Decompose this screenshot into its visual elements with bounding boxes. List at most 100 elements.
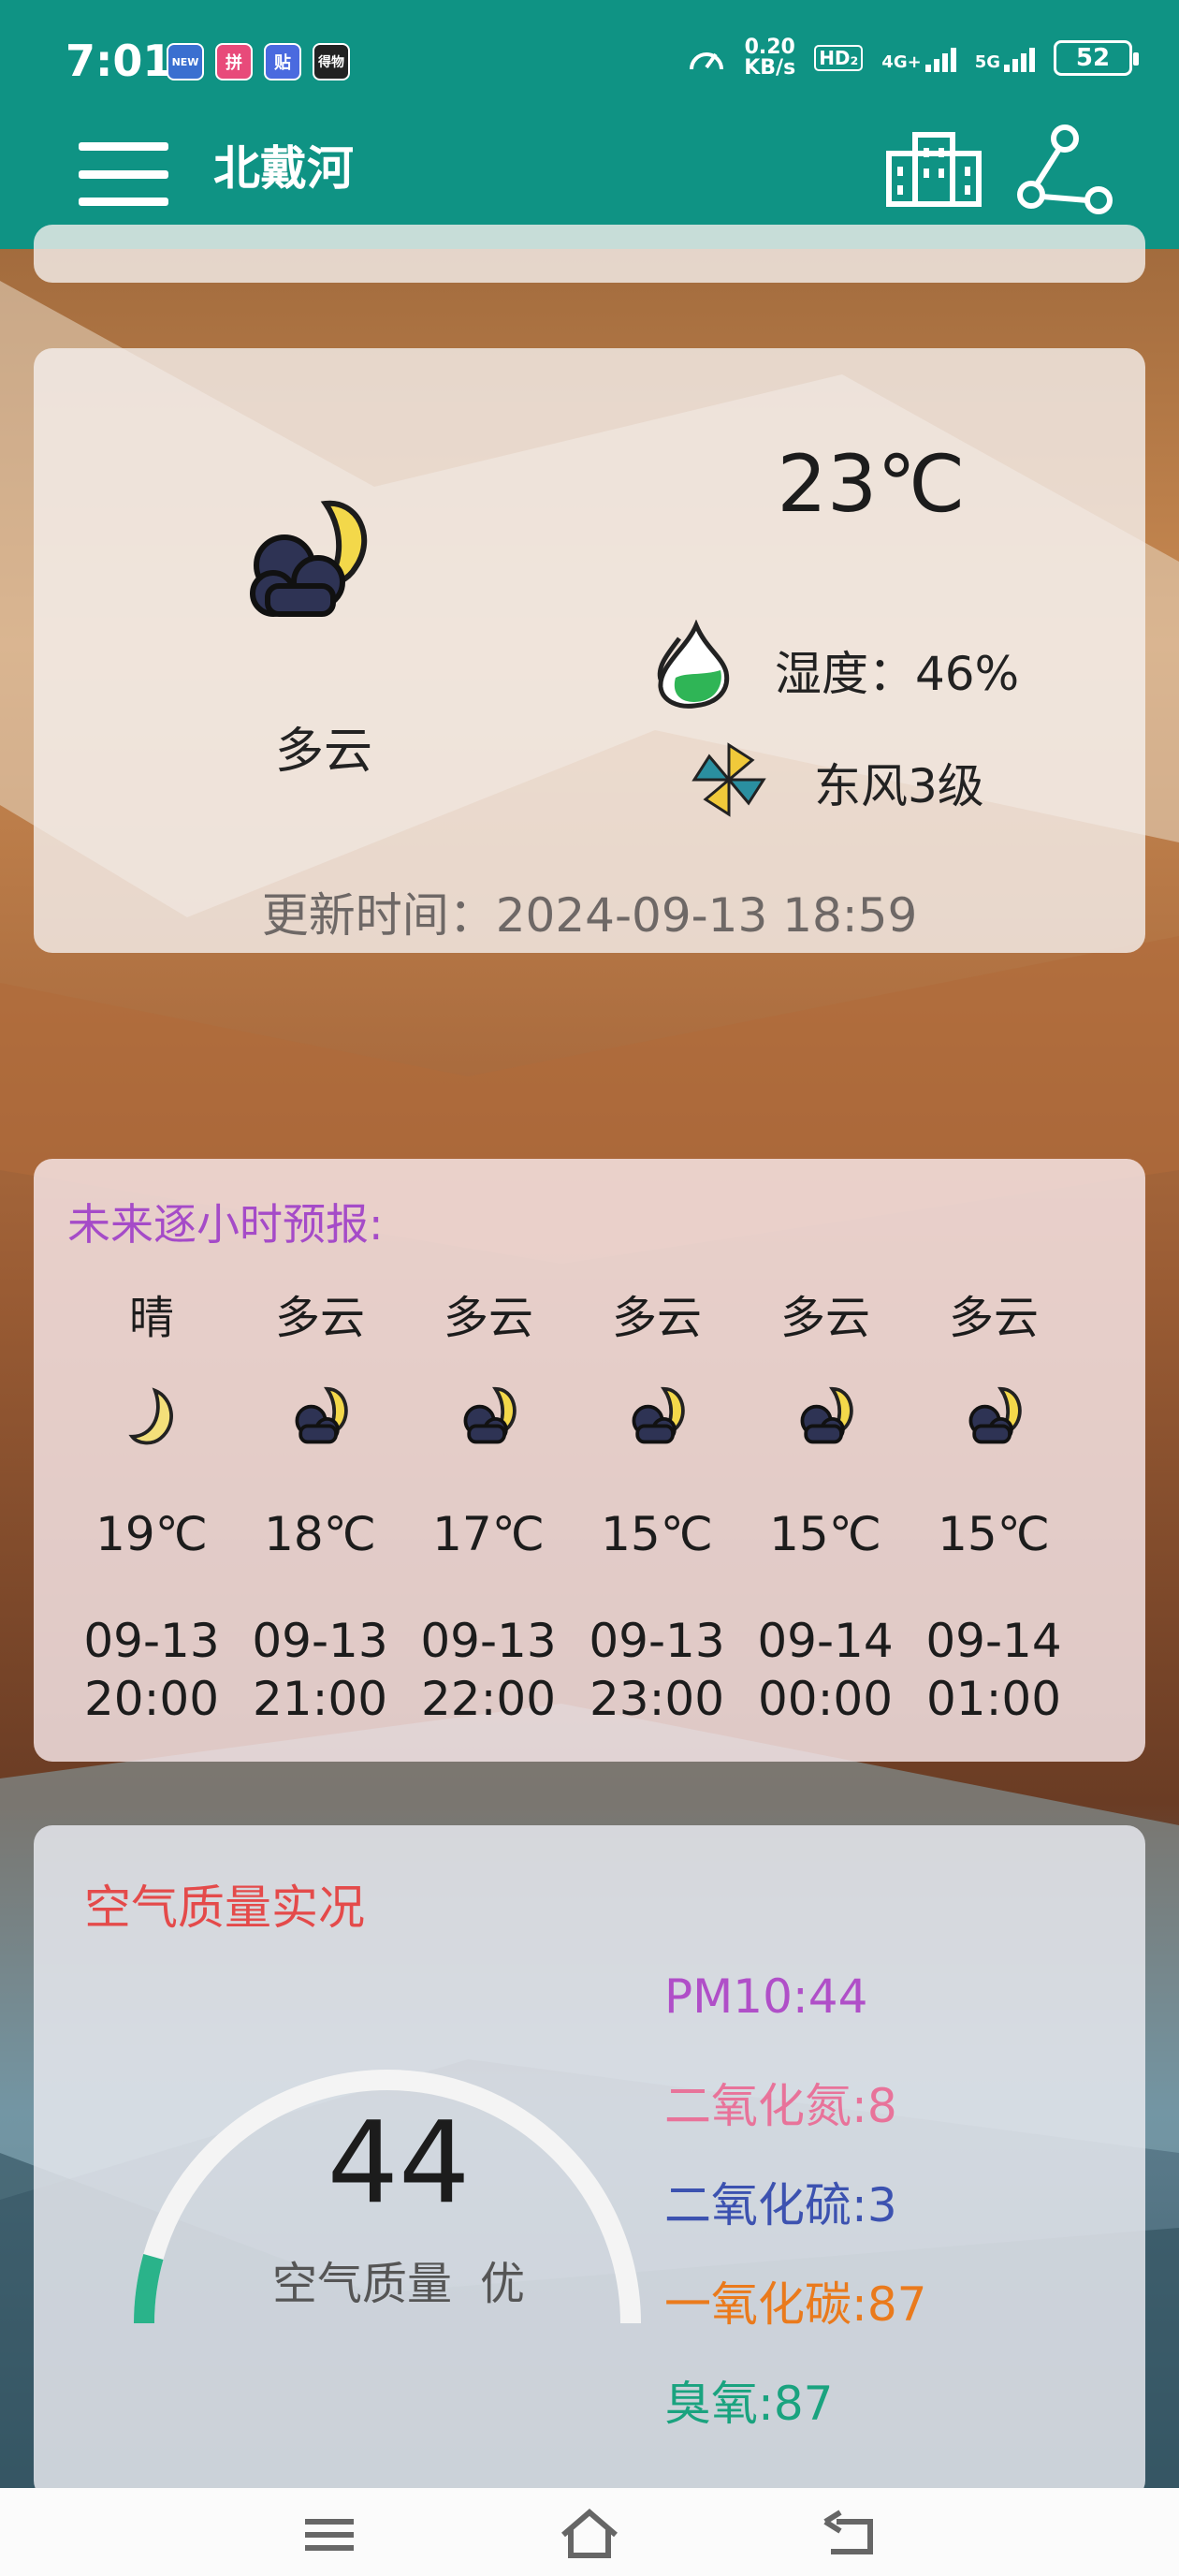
hourly-time: 23:00 [589,1672,725,1726]
hourly-date: 09-13 [420,1614,557,1668]
cloudy-night-icon [295,1386,348,1444]
notification-app-icon: 得物 [313,43,350,80]
hourly-item: 00 [1078,1281,1149,1749]
hourly-forecast-card: 未来逐小时预报: 晴 19℃ 09-13 20:00 多云 18℃ 09-13 21:00 多云… [34,1159,1149,1762]
speedometer-icon [690,52,724,70]
hourly-temperature: 15℃ [601,1507,713,1561]
aqi-gauge-fill [134,2253,164,2324]
status-time: 7:01 [66,36,173,86]
signal-bars-icon [924,44,956,72]
aqi-level: 优 [480,2258,526,2310]
hourly-date: 0 [1078,1612,1149,1670]
update-time-value: 2024-09-13 18:59 [495,888,918,943]
hourly-condition: 多云 [948,1292,1039,1344]
hourly-date: 09-14 [757,1614,894,1668]
hourly-date: 09-13 [589,1614,725,1668]
back-icon[interactable] [818,2503,885,2563]
home-icon[interactable] [556,2503,623,2563]
air-quality-card: 空气质量实况 44 空气质量优 PM10:44 二氧化氮:8 二氧化硫:3 一氧… [34,1825,1145,2499]
aqi-label: 空气质量优 [202,2247,595,2312]
cloudy-night-icon [800,1386,853,1444]
current-temperature: 23℃ [777,438,966,530]
air-o3: 臭氧:87 [664,2377,834,2431]
cloudy-night-icon [968,1386,1022,1444]
hourly-item: 多云 15℃ 09-13 23:00 [573,1281,741,1749]
hourly-time: 01:00 [925,1672,1062,1726]
hourly-condition: 多云 [274,1292,365,1344]
air-pm10: PM10:44 [664,1969,868,2024]
recent-apps-icon[interactable] [296,2503,363,2563]
hourly-item: 多云 15℃ 09-14 00:00 [741,1281,910,1749]
status-app-icons: NEW 拼 贴 得物 [167,43,350,80]
hourly-temperature: 19℃ [95,1507,208,1561]
hourly-datetime: 09-13 23:00 [573,1612,741,1728]
aqi-value: 44 [327,2099,471,2229]
previous-card [34,225,1145,283]
signal-4g: 4G+ [881,44,956,72]
notification-app-icon: 贴 [264,43,301,80]
hourly-time: 20:00 [83,1672,220,1726]
aqi-label-text: 空气质量 [271,2258,452,2310]
hourly-item: 晴 19℃ 09-13 20:00 [67,1281,236,1749]
share-icon[interactable] [1016,122,1114,219]
net-speed: 0.20 KB/s [744,37,795,79]
humidity-icon [657,620,730,709]
hourly-datetime: 09-13 22:00 [404,1612,573,1728]
hourly-forecast-list[interactable]: 晴 19℃ 09-13 20:00 多云 18℃ 09-13 21:00 多云 17℃ 09-13 2… [67,1281,1149,1749]
hourly-temperature: 17℃ [432,1507,545,1561]
status-bar: 7:01 NEW 拼 贴 得物 0.20 KB/s HD₂ 4G+ 5G 52 [0,0,1179,122]
wind-text: 东风3级 [814,759,984,813]
moon-icon [128,1387,173,1445]
cloudy-night-icon [632,1386,685,1444]
battery-icon: 52 [1054,40,1139,76]
hourly-condition: 晴 [128,1292,174,1344]
hourly-datetime: 09-13 20:00 [67,1612,236,1728]
system-nav-bar [0,2488,1179,2576]
notification-app-icon: NEW [167,43,204,80]
status-indicators: 0.20 KB/s HD₂ 4G+ 5G 52 [688,37,1139,79]
hourly-datetime: 00 [1078,1612,1149,1728]
update-label: 更新时间： [261,888,496,943]
wind-icon [691,742,766,817]
battery-level: 52 [1075,44,1111,72]
hourly-condition: 多云 [611,1292,702,1344]
air-quality-title: 空气质量实况 [84,1881,365,1935]
hourly-temperature: 15℃ [938,1507,1050,1561]
menu-icon[interactable] [79,137,168,212]
net-speed-value: 0.20 [744,36,795,59]
hourly-item: 多云 18℃ 09-13 21:00 [236,1281,404,1749]
hourly-time: 0 [1078,1670,1149,1728]
hourly-condition: 多云 [779,1292,870,1344]
humidity-text: 湿度：46% [775,647,1020,701]
hourly-time: 22:00 [420,1672,557,1726]
current-condition: 多云 [274,724,372,780]
net-4g-label: 4G+ [881,52,922,72]
hourly-date: 09-13 [252,1614,388,1668]
update-time: 更新时间：2024-09-13 18:59 [34,878,1145,945]
hourly-condition: 多云 [443,1292,533,1344]
hourly-time: 21:00 [252,1672,388,1726]
signal-5g: 5G [975,44,1035,72]
cloudy-night-icon [463,1386,517,1444]
net-5g-label: 5G [974,52,1000,72]
cloudy-night-icon [250,500,368,617]
hourly-title: 未来逐小时预报: [67,1199,384,1250]
hd-badge: HD₂ [814,45,864,71]
air-no2: 二氧化氮:8 [664,2079,897,2133]
current-weather-card: 多云 23℃ 湿度：46% 东风3级 更新时间：2024-09-13 18:59 [34,348,1145,953]
hourly-datetime: 09-13 21:00 [236,1612,404,1728]
city-title: 北戴河 [213,141,354,196]
hourly-date: 09-13 [83,1614,220,1668]
air-co: 一氧化碳:87 [664,2277,927,2332]
building-icon[interactable] [883,129,984,208]
hourly-item: 多云 15℃ 09-14 01:00 [910,1281,1078,1749]
hourly-datetime: 09-14 00:00 [741,1612,910,1728]
net-speed-unit: KB/s [744,56,796,80]
hourly-time: 00:00 [757,1672,894,1726]
air-so2: 二氧化硫:3 [664,2178,897,2232]
hourly-item: 多云 17℃ 09-13 22:00 [404,1281,573,1749]
hourly-temperature: 18℃ [264,1507,376,1561]
signal-bars-icon [1004,44,1035,72]
hourly-datetime: 09-14 01:00 [910,1612,1078,1728]
hourly-date: 09-14 [925,1614,1062,1668]
